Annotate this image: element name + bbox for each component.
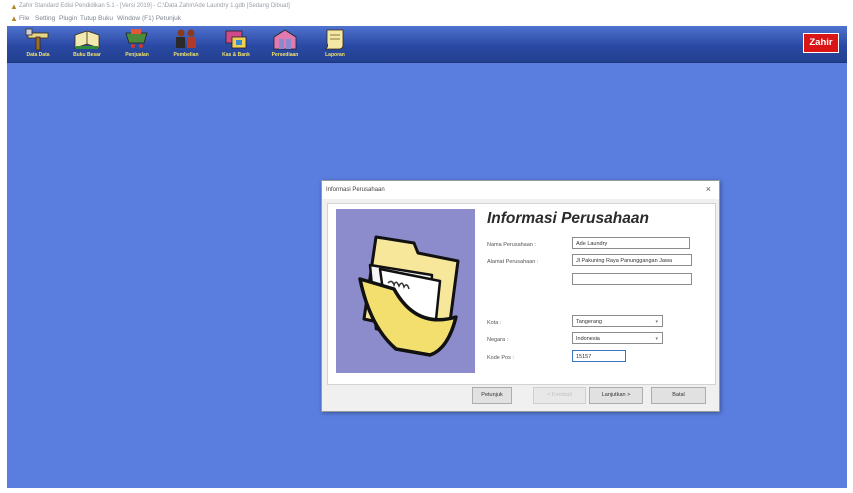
next-button[interactable]: Lanjutkan > — [589, 387, 643, 404]
menu-plugin[interactable]: Plugin — [59, 15, 77, 23]
window-title: Zahir Standard Edisi Pendidikan 5.1 - [V… — [19, 3, 290, 9]
toolbar-kas-bank-button[interactable]: Kas & Bank — [214, 27, 258, 61]
menu-file[interactable]: File — [19, 15, 29, 23]
kota-label: Kota : — [487, 320, 502, 326]
people-icon — [176, 29, 196, 48]
menu-tutup-buku[interactable]: Tutup Buku — [80, 15, 113, 23]
kode-pos-input[interactable]: 15157 — [572, 350, 626, 362]
close-icon[interactable]: × — [706, 184, 711, 194]
chevron-down-icon: ▾ — [655, 319, 658, 325]
cancel-button[interactable]: Batal — [651, 387, 706, 404]
toolbar-data-data-button[interactable]: Data Data — [16, 27, 60, 61]
alamat-line2-input[interactable] — [572, 273, 692, 285]
window-title-bar: ▲ Zahir Standard Edisi Pendidikan 5.1 - … — [0, 0, 853, 13]
app-icon: ▲ — [10, 2, 18, 11]
app-menu-icon[interactable]: ▲ — [10, 15, 18, 23]
wrench-hammer-icon — [25, 28, 49, 51]
toolbar-pembelian-label: Pembelian — [173, 52, 199, 58]
nama-perusahaan-input[interactable]: Ade Laundry — [572, 237, 690, 249]
informasi-perusahaan-dialog: Informasi Perusahaan × Informasi Perusah… — [321, 180, 720, 412]
main-toolbar: Data Data Buku Besar Penjualan Pembelian — [7, 26, 847, 63]
warehouse-icon — [273, 29, 297, 50]
toolbar-penjualan-button[interactable]: Penjualan — [115, 27, 159, 61]
alamat-line1-input[interactable]: Jl Pakuning Raya Panunggangan Jawa — [572, 254, 692, 266]
toolbar-laporan-button[interactable]: Laporan — [313, 27, 357, 61]
report-scroll-icon — [324, 29, 344, 50]
alamat-perusahaan-label: Alamat Perusahaan : — [487, 259, 539, 265]
menu-setting[interactable]: Setting — [35, 15, 55, 23]
zahir-logo: Zahir — [803, 33, 839, 53]
toolbar-buku-besar-label: Buku Besar — [73, 52, 101, 58]
ledger-book-icon — [74, 30, 100, 49]
toolbar-persediaan-button[interactable]: Persediaan — [263, 27, 307, 61]
menu-petunjuk[interactable]: (F1) Petunjuk — [142, 15, 181, 23]
kota-value: Tangerang — [576, 319, 602, 325]
toolbar-buku-besar-button[interactable]: Buku Besar — [65, 27, 109, 61]
kota-select[interactable]: Tangerang ▾ — [572, 315, 663, 327]
negara-value: Indonesia — [576, 336, 600, 342]
nama-perusahaan-label: Nama Perusahaan : — [487, 242, 536, 248]
bank-icon — [225, 30, 247, 49]
toolbar-kas-bank-label: Kas & Bank — [222, 52, 250, 58]
dialog-title-bar: Informasi Perusahaan × — [322, 181, 719, 199]
toolbar-data-data-label: Data Data — [26, 52, 50, 58]
chevron-down-icon: ▾ — [655, 336, 658, 342]
dialog-title: Informasi Perusahaan — [326, 187, 385, 193]
toolbar-persediaan-label: Persediaan — [271, 52, 299, 58]
folder-icon — [358, 235, 460, 357]
help-button[interactable]: Petunjuk — [472, 387, 512, 404]
negara-label: Negara : — [487, 337, 509, 343]
negara-select[interactable]: Indonesia ▾ — [572, 332, 663, 344]
menu-window[interactable]: Window — [117, 15, 140, 23]
menu-bar: ▲ File Setting Plugin Tutup Buku Window … — [0, 13, 853, 25]
toolbar-pembelian-button[interactable]: Pembelian — [164, 27, 208, 61]
toolbar-laporan-label: Laporan — [325, 52, 345, 58]
shopping-cart-icon — [125, 29, 148, 48]
toolbar-penjualan-label: Penjualan — [125, 52, 149, 58]
kode-pos-label: Kode Pos : — [487, 355, 514, 361]
dialog-heading: Informasi Perusahaan — [487, 210, 649, 227]
illustration-panel — [336, 209, 475, 373]
dialog-content-panel: Informasi Perusahaan Nama Perusahaan : A… — [327, 203, 716, 385]
back-button[interactable]: < Kembali — [533, 387, 586, 404]
